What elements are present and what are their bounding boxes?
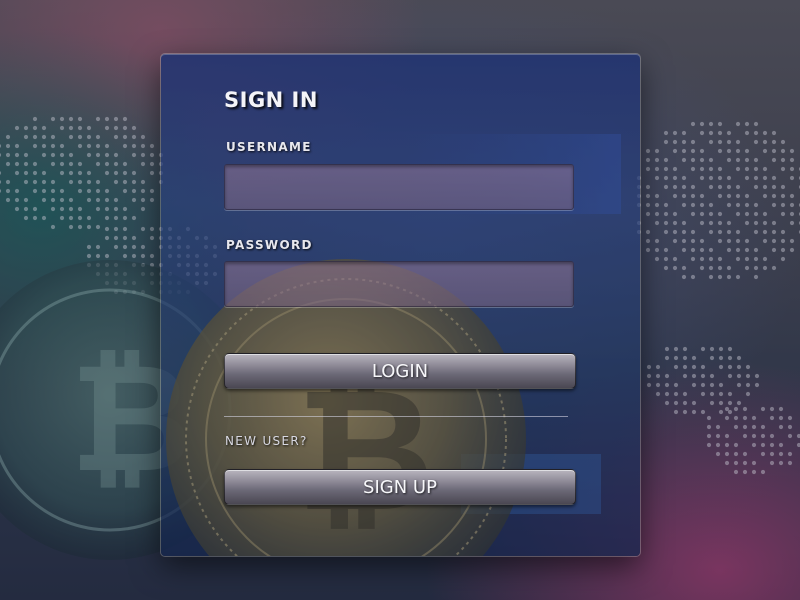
page-title: SIGN IN [224,88,318,112]
username-label: USERNAME [226,140,312,154]
login-panel: ₿ SIGN IN USERNAME PASSWORD LOGIN NEW US… [161,54,640,556]
divider [224,416,568,417]
password-label: PASSWORD [226,238,313,252]
new-user-text: NEW USER? [225,434,308,448]
login-button[interactable]: LOGIN [224,353,576,389]
password-input[interactable] [224,261,574,307]
username-input[interactable] [224,164,574,210]
signup-button[interactable]: SIGN UP [224,469,576,505]
